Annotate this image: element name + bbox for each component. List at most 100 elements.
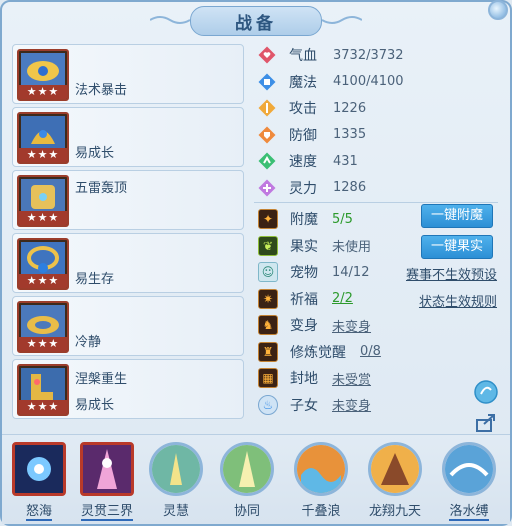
water-bind-icon [445, 445, 493, 493]
skill-slot[interactable]: 千叠浪 [290, 442, 352, 519]
equipment-list: ★★★ 法术暴击 ★★★ 易成长 ★★★ 五雷轰顶 ★★★ 易生存 ★★★ 冷静… [12, 44, 244, 422]
pink-spirit-icon [83, 445, 131, 493]
skill-icon[interactable] [294, 442, 348, 496]
stat-row-mp: 魔法 4100/4100 [258, 69, 498, 96]
skill-label: 洛水缚 [449, 500, 489, 521]
star-rating: ★★★ [19, 85, 67, 99]
star-rating: ★★★ [19, 148, 67, 162]
skill-slot[interactable]: 怒海 [8, 442, 70, 521]
refresh-icon[interactable] [474, 380, 498, 404]
enchant-label: 附魔 [290, 212, 318, 229]
skill-icon[interactable] [12, 442, 66, 496]
skill-label: 灵贯三界 [80, 500, 133, 521]
equipment-icon[interactable]: ★★★ [17, 238, 69, 290]
equipment-slot[interactable]: ★★★ 易生存 [12, 233, 244, 293]
speed-icon [258, 152, 276, 170]
skill-label: 灵慧 [162, 504, 189, 519]
pet-label: 宠物 [290, 265, 318, 282]
star-rating: ★★★ [19, 274, 67, 288]
one-click-enchant-button[interactable]: 一键附魔 [421, 204, 493, 228]
dragon-flight-icon [371, 445, 419, 493]
stat-label: 魔法 [289, 74, 317, 91]
status-rules-link[interactable]: 状态生效规则 [419, 291, 497, 310]
star-rating: ★★★ [19, 400, 67, 414]
title-banner: 战备 [190, 6, 322, 36]
stat-value: 4100/4100 [333, 74, 404, 90]
stat-value: 3732/3732 [333, 47, 404, 63]
skill-slot[interactable]: 灵贯三界 [76, 442, 138, 521]
transform-icon: ♞ [258, 315, 278, 336]
enchant-icon: ✦ [258, 209, 278, 230]
stat-value: 431 [333, 153, 358, 169]
skill-icon[interactable] [442, 442, 496, 496]
star-rating: ★★★ [19, 211, 67, 225]
transform-row: ♞ 变身 未变身 [258, 312, 503, 339]
equipment-icon[interactable]: ★★★ [17, 364, 69, 416]
equipment-icon[interactable]: ★★★ [17, 175, 69, 227]
preset-not-effective-link[interactable]: 赛事不生效预设 [406, 264, 497, 283]
skill-slot[interactable]: 龙翔九天 [364, 442, 426, 519]
equipment-slot[interactable]: ★★★ 五雷轰顶 [12, 170, 244, 230]
equipment-name: 易成长 [75, 146, 115, 161]
stat-label: 防御 [289, 127, 317, 144]
equipment-icon[interactable]: ★★★ [17, 49, 69, 101]
spirit-icon [258, 179, 276, 197]
equipment-icon[interactable]: ★★★ [17, 301, 69, 353]
equipment-slot[interactable]: ★★★ 涅槃重生 易成长 [12, 359, 244, 419]
stat-value: 1226 [333, 100, 367, 116]
equipment-name: 法术暴击 [75, 83, 128, 98]
children-value[interactable]: 未变身 [332, 395, 371, 414]
stats-divider [254, 202, 498, 203]
skill-label: 协同 [233, 504, 260, 519]
close-icon[interactable] [488, 0, 508, 20]
land-value[interactable]: 未受赏 [332, 369, 371, 388]
window-title: 战备 [235, 13, 277, 34]
equipment-slot[interactable]: ★★★ 法术暴击 [12, 44, 244, 104]
land-icon: ▦ [258, 368, 278, 389]
cultivate-value[interactable]: 0/8 [360, 344, 381, 359]
equipment-name: 易生存 [75, 272, 115, 287]
sea-burst-icon [15, 445, 63, 493]
star-rating: ★★★ [19, 337, 67, 351]
defense-icon [258, 126, 276, 144]
equipment-slot[interactable]: ★★★ 冷静 [12, 296, 244, 356]
title-flourish-right-icon [322, 16, 362, 24]
attack-icon [258, 99, 276, 117]
land-row: ▦ 封地 未受赏 [258, 365, 503, 392]
golden-armor-icon [21, 179, 65, 215]
synergy-icon [223, 445, 271, 493]
title-flourish-left-icon [150, 16, 190, 24]
children-row: ♨ 子女 未变身 [258, 392, 503, 419]
skill-slot[interactable]: 灵慧 [145, 442, 207, 519]
equipment-slot[interactable]: ★★★ 易成长 [12, 107, 244, 167]
one-click-fruit-button[interactable]: 一键果实 [421, 234, 493, 259]
golden-helmet-icon [21, 116, 65, 152]
equipment-icon[interactable]: ★★★ [17, 112, 69, 164]
children-icon: ♨ [258, 394, 278, 415]
cultivate-label: 修炼觉醒 [290, 344, 346, 361]
skill-slot[interactable]: 协同 [216, 442, 278, 519]
enchant-value: 5/5 [332, 211, 353, 227]
golden-necklace-icon [21, 242, 65, 278]
skill-label: 千叠浪 [301, 504, 341, 519]
skill-icon[interactable] [80, 442, 134, 496]
transform-value[interactable]: 未变身 [332, 316, 371, 335]
stat-label: 灵力 [289, 180, 317, 197]
children-label: 子女 [290, 397, 318, 414]
skill-icon[interactable] [220, 442, 274, 496]
extras-list: ✦ 附魔 5/5 一键附魔 ❦ 果实 未使用 一键果实 ☺ 宠物 14/12 赛… [258, 204, 503, 419]
stat-label: 攻击 [289, 101, 317, 118]
pray-value[interactable]: 2/2 [332, 291, 353, 306]
share-icon[interactable] [474, 410, 498, 434]
equipment-name: 五雷轰顶 [75, 181, 128, 196]
stat-value: 1286 [333, 180, 367, 196]
skill-icon[interactable] [149, 442, 203, 496]
equipment-name-secondary: 易成长 [75, 398, 115, 413]
cultivate-icon: ♜ [258, 341, 278, 362]
skill-icon[interactable] [368, 442, 422, 496]
golden-boots-icon [21, 368, 65, 404]
wisdom-icon [152, 445, 200, 493]
mana-icon [258, 73, 276, 91]
skill-label: 怒海 [25, 500, 52, 521]
skill-slot[interactable]: 洛水缚 [438, 442, 500, 521]
